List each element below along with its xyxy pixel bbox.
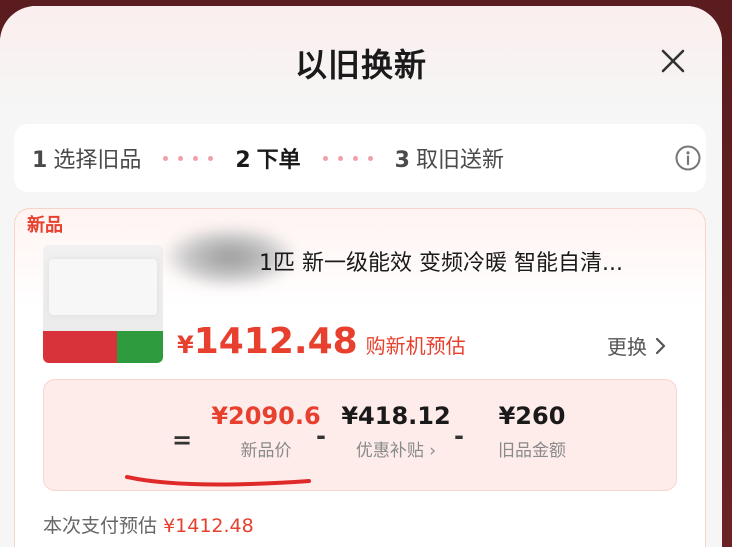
step-3: 3 取旧送新: [395, 142, 504, 174]
step-dots: [322, 155, 373, 161]
step-dots: [163, 155, 214, 161]
step-number: 2: [235, 148, 251, 173]
step-dot: [163, 155, 169, 161]
price-amount: 1412.48: [193, 321, 358, 362]
old-item-value: ¥260: [498, 402, 566, 430]
payment-amount: ¥1412.48: [163, 515, 254, 537]
close-icon[interactable]: [656, 44, 690, 78]
step-label: 下单: [256, 148, 301, 173]
new-price-label: 新品价: [240, 441, 292, 461]
product-thumbnail[interactable]: [43, 245, 163, 363]
step-dot: [367, 155, 373, 161]
promo-strip-green: [117, 331, 163, 363]
step-label: 选择旧品: [53, 148, 142, 173]
new-price-value: ¥2090.6: [211, 402, 321, 430]
promo-strip: [43, 331, 163, 363]
payment-estimate: 本次支付预估 ¥1412.48: [43, 511, 254, 538]
step-label: 取旧送新: [415, 148, 504, 173]
subsidy-item[interactable]: ¥418.12 优惠补贴 ›: [336, 402, 456, 461]
chevron-right-icon: [655, 337, 666, 354]
product-image: [49, 259, 157, 315]
step-dot: [208, 155, 214, 161]
handwritten-underline: [125, 475, 311, 487]
sheet-header: 以旧换新: [0, 6, 722, 112]
sheet-title: 以旧换新: [294, 46, 427, 84]
step-number: 1: [32, 148, 48, 173]
step-2: 2 下单: [235, 142, 300, 174]
step-dot: [178, 155, 184, 161]
minus-sign: -: [316, 422, 326, 450]
steps-card: 1 选择旧品 2 下单 3 取旧送新: [14, 124, 706, 192]
subsidy-label: 优惠补贴 ›: [355, 441, 437, 461]
price-note: 购新机预估: [365, 334, 466, 358]
step-dot: [337, 155, 343, 161]
payment-label: 本次支付预估: [43, 515, 158, 537]
price-row: ¥ 1412.48 购新机预估: [177, 321, 466, 362]
price-currency: ¥: [177, 331, 194, 359]
change-label: 更换: [607, 335, 647, 359]
product-name: 1匹 新一级能效 变频冷暖 智能自清...: [259, 251, 623, 276]
equals-sign: =: [172, 426, 193, 454]
new-price-item: ¥2090.6 新品价: [206, 402, 326, 461]
new-badge: 新品: [27, 215, 63, 236]
info-icon[interactable]: [674, 144, 702, 172]
old-item-value-item: ¥260 旧品金额: [476, 402, 588, 461]
step-1: 1 选择旧品: [32, 142, 141, 174]
old-item-label: 旧品金额: [498, 441, 566, 461]
minus-sign: -: [454, 422, 464, 450]
product-card: 新品 1匹 新一级能效 变频冷暖 智能自清... ¥ 1412.48 购新机预估…: [14, 208, 706, 547]
trade-in-sheet: 以旧换新 1 选择旧品 2 下单 3 取旧送新 新品 1匹 新一级能效 变频冷暖…: [0, 6, 722, 547]
step-dot: [322, 155, 328, 161]
change-button[interactable]: 更换: [607, 331, 667, 360]
step-number: 3: [394, 148, 410, 173]
promo-strip-red: [43, 331, 117, 363]
step-dot: [352, 155, 358, 161]
subsidy-value: ¥418.12: [341, 402, 451, 430]
step-dot: [193, 155, 199, 161]
